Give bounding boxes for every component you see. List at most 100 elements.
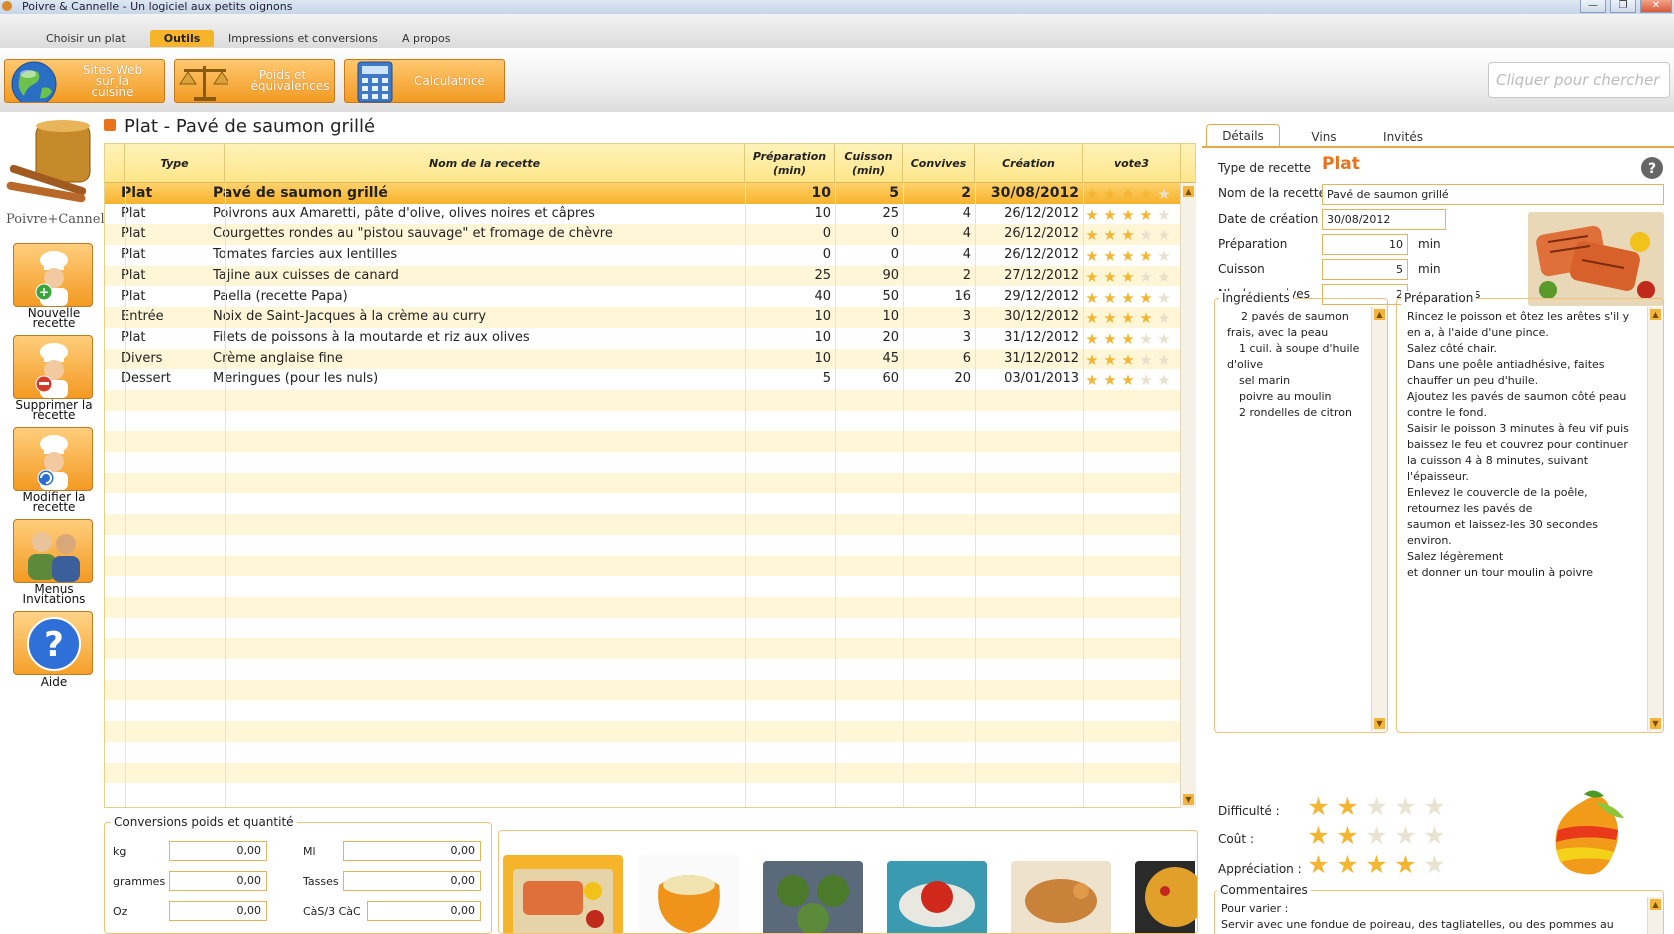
grams-input[interactable]: 0,00	[169, 871, 267, 891]
table-row[interactable]: Plat Paella (recette Papa) 40 50 16 29/12/201…	[105, 286, 1181, 309]
search-input[interactable]: Cliquer pour chercher	[1488, 62, 1670, 98]
vote-stars[interactable]: ★ ★ ★ ★ ★	[1083, 307, 1173, 329]
title-bar: Poivre & Cannelle - Un logiciel aux peti…	[0, 0, 1674, 14]
header-prep[interactable]: Préparation (min)	[745, 144, 835, 183]
help-circle-icon[interactable]: ?	[1640, 156, 1664, 180]
thumbnail-courgettes[interactable]	[763, 861, 863, 934]
table-scrollbar[interactable]: ▲ ▼	[1180, 183, 1196, 808]
scroll-up-icon[interactable]: ▲	[1374, 309, 1385, 320]
header-vote[interactable]: vote3	[1083, 144, 1181, 183]
thumbnail-tajine[interactable]	[1011, 861, 1111, 934]
thumbnail-paella[interactable]	[1135, 861, 1198, 934]
header-cook[interactable]: Cuisson (min)	[835, 144, 903, 183]
prep-input[interactable]: 10	[1322, 234, 1408, 255]
oz-input[interactable]: 0,00	[169, 901, 267, 921]
appreciation-rating[interactable]: ★ ★ ★ ★ ★	[1304, 850, 1449, 880]
new-recipe-button[interactable]: +	[13, 243, 93, 307]
date-input[interactable]: 30/08/2012	[1322, 209, 1446, 230]
table-row[interactable]: Plat Courgettes rondes au "pistou sauvage…	[105, 224, 1181, 246]
thumbnail-tomatoes[interactable]	[887, 861, 987, 934]
delete-recipe-button[interactable]	[13, 335, 93, 399]
scroll-down-icon[interactable]: ▼	[1650, 718, 1661, 729]
vote-stars[interactable]: ★ ★ ★ ★ ★	[1083, 224, 1173, 246]
tab-vins[interactable]: Vins	[1292, 126, 1356, 148]
restore-button[interactable]: ❐	[1610, 0, 1636, 13]
cups-input[interactable]: 0,00	[343, 871, 481, 891]
cell-name: Poivrons aux Amaretti, pâte d'olive, oli…	[213, 205, 595, 221]
star-icon[interactable]: ★	[1333, 850, 1362, 880]
star-icon[interactable]: ★	[1391, 850, 1420, 880]
preparation-scrollbar[interactable]: ▲ ▼	[1647, 307, 1663, 731]
star-icon[interactable]: ★	[1333, 792, 1362, 822]
spoons-input[interactable]: 0,00	[367, 901, 481, 921]
table-row[interactable]: Plat Tomates farcies aux lentilles 0 0 4 26/1…	[105, 245, 1181, 266]
cell-cook: 5	[889, 185, 899, 201]
star-icon[interactable]: ★	[1420, 792, 1449, 822]
menus-invitations-button[interactable]	[13, 519, 93, 583]
table-row[interactable]: Divers Crème anglaise fine 10 45 6 31/12/2012…	[105, 348, 1181, 371]
table-header: Type Nom de la recette Préparation (min)…	[105, 144, 1195, 183]
star-icon[interactable]: ★	[1362, 850, 1391, 880]
star-icon[interactable]: ★	[1362, 792, 1391, 822]
cell-type: Entrée	[121, 309, 164, 325]
vote-stars[interactable]: ★ ★ ★ ★ ★	[1083, 204, 1173, 226]
header-created[interactable]: Création	[975, 144, 1083, 183]
edit-recipe-button[interactable]	[13, 427, 93, 491]
star-icon[interactable]: ★	[1304, 850, 1333, 880]
star-icon: ★	[1103, 288, 1117, 307]
scroll-up-icon[interactable]: ▲	[1650, 899, 1661, 910]
cost-rating[interactable]: ★ ★ ★ ★ ★	[1304, 821, 1449, 851]
tab-a-propos[interactable]: A propos	[396, 30, 456, 47]
star-icon[interactable]: ★	[1420, 850, 1449, 880]
table-row[interactable]: Plat Filets de poissons à la moutarde et …	[105, 327, 1181, 350]
tab-choisir-un-plat[interactable]: Choisir un plat	[40, 30, 132, 47]
comments-text[interactable]: Pour varier : Servir avec une fondue de …	[1221, 901, 1631, 934]
help-button[interactable]: ?	[13, 611, 93, 675]
header-type[interactable]: Type	[125, 144, 225, 183]
comments-scrollbar[interactable]: ▲	[1647, 897, 1663, 934]
star-icon[interactable]: ★	[1362, 821, 1391, 851]
scroll-down-icon[interactable]: ▼	[1183, 794, 1194, 805]
vote-stars[interactable]: ★ ★ ★ ★ ★	[1083, 369, 1173, 391]
vote-stars[interactable]: ★ ★ ★ ★ ★	[1083, 245, 1173, 267]
star-icon[interactable]: ★	[1333, 821, 1362, 851]
star-icon[interactable]: ★	[1391, 792, 1420, 822]
difficulty-rating[interactable]: ★ ★ ★ ★ ★	[1304, 792, 1449, 822]
table-row[interactable]: Plat Pavé de saumon grillé 10 5 2 30/08/2012 ★…	[105, 183, 1181, 204]
header-name[interactable]: Nom de la recette	[225, 144, 745, 183]
table-row[interactable]: Entrée Noix de Saint-Jacques à la crème a…	[105, 307, 1181, 328]
vote-stars[interactable]: ★ ★ ★ ★ ★	[1083, 183, 1173, 205]
vote-stars[interactable]: ★ ★ ★ ★ ★	[1083, 266, 1173, 288]
chef-add-icon: +	[35, 251, 68, 306]
recipe-name-input[interactable]: Pavé de saumon grillé	[1322, 184, 1664, 205]
preparation-text[interactable]: Rincez le poisson et ôtez les arêtes s'i…	[1407, 309, 1633, 581]
close-button[interactable]: ✕	[1640, 0, 1672, 13]
scroll-up-icon[interactable]: ▲	[1650, 309, 1661, 320]
table-row[interactable]: Plat Tajine aux cuisses de canard 25 90 2 27/…	[105, 265, 1181, 288]
star-icon[interactable]: ★	[1304, 821, 1333, 851]
star-icon[interactable]: ★	[1420, 821, 1449, 851]
star-icon[interactable]: ★	[1391, 821, 1420, 851]
table-row[interactable]: Dessert Meringues (pour les nuls) 5 60 20 03/…	[105, 369, 1181, 390]
thumbnail-salmon[interactable]	[513, 869, 613, 934]
tab-invites[interactable]: Invités	[1368, 126, 1438, 148]
scroll-down-icon[interactable]: ▼	[1374, 718, 1385, 729]
vote-stars[interactable]: ★ ★ ★ ★ ★	[1083, 287, 1173, 309]
star-icon[interactable]: ★	[1304, 792, 1333, 822]
ingredients-list[interactable]: 2 pavés de saumon frais, avec la peau 1 …	[1227, 309, 1367, 421]
ingredients-scrollbar[interactable]: ▲ ▼	[1371, 307, 1387, 731]
cook-input[interactable]: 5	[1322, 259, 1408, 280]
vote-stars[interactable]: ★ ★ ★ ★ ★	[1083, 349, 1173, 371]
scroll-up-icon[interactable]: ▲	[1183, 186, 1194, 197]
table-row[interactable]: Plat Poivrons aux Amaretti, pâte d'olive,…	[105, 203, 1181, 226]
conversions-title: Conversions poids et quantité	[111, 815, 297, 829]
header-guests[interactable]: Convives	[903, 144, 975, 183]
ml-input[interactable]: 0,00	[343, 841, 481, 861]
vote-stars[interactable]: ★ ★ ★ ★ ★	[1083, 328, 1173, 350]
kg-input[interactable]: 0,00	[169, 841, 267, 861]
thumbnail-peppers[interactable]	[639, 855, 739, 934]
minimize-button[interactable]: —	[1580, 0, 1606, 13]
star-icon: ★	[1085, 205, 1099, 224]
tab-impressions[interactable]: Impressions et conversions	[222, 30, 384, 47]
tab-outils[interactable]: Outils	[150, 30, 214, 47]
